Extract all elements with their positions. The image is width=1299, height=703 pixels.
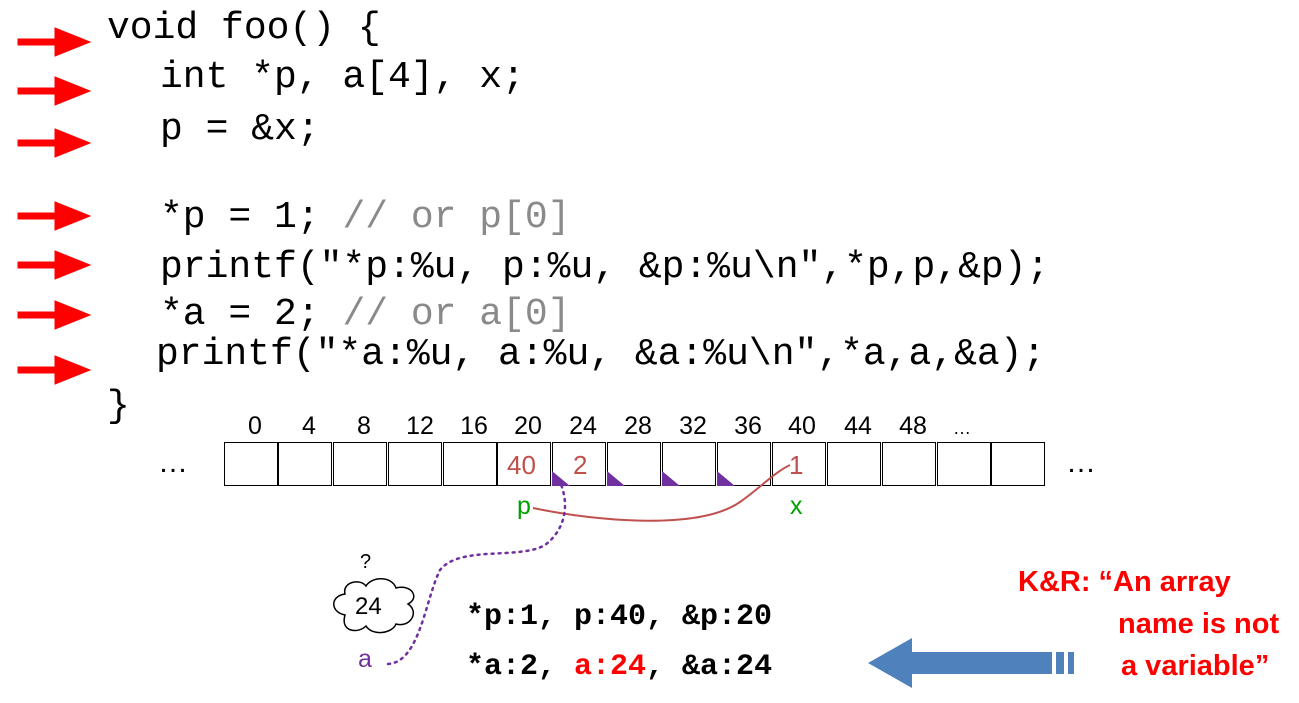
code-line-3: p = &x; [160, 108, 320, 151]
code-line-6-comment: // or a[0] [342, 293, 571, 336]
execution-arrows [17, 27, 92, 385]
code-line-6: *a = 2; // or a[0] [160, 296, 570, 334]
output-line-1: *p:1, p:40, &p:20 [466, 600, 773, 634]
code-line-5: printf("*p:%u, p:%u, &p:%u\n",*p,p,&p); [160, 246, 1050, 289]
output-line-2-suffix: , &a:24 [646, 650, 773, 684]
memory-cell [607, 442, 661, 486]
label-a: a [358, 645, 372, 673]
address-label: 0 [248, 412, 262, 440]
arrow-icon-1 [17, 27, 92, 57]
memory-cell [882, 442, 936, 486]
arrow-icon-2 [17, 76, 92, 106]
memory-cell [278, 442, 332, 486]
memory-cell [443, 442, 497, 486]
address-label: 24 [569, 412, 597, 440]
label-p: p [517, 492, 531, 520]
address-label: 20 [514, 412, 542, 440]
cell-value-a0: 2 [573, 450, 588, 480]
quote-line-1: K&R: “An array [1018, 566, 1231, 598]
code-line-1: void foo() { [107, 7, 381, 50]
address-label: 12 [406, 412, 434, 440]
arrow-icon-6 [17, 300, 92, 330]
cloud-value: 24 [355, 593, 382, 620]
address-label: 28 [624, 412, 652, 440]
memory-cell [937, 442, 991, 486]
memory-ellipsis-left: … [158, 446, 188, 479]
address-label: 36 [734, 412, 762, 440]
arrow-icon-4 [17, 201, 92, 231]
address-label: 44 [844, 412, 872, 440]
arrow-icon-7 [17, 355, 92, 385]
address-label: 8 [357, 412, 371, 440]
arrow-icon-5 [17, 250, 92, 280]
code-line-8: } [107, 385, 130, 428]
code-line-4-comment: // or p[0] [342, 196, 571, 239]
code-line-4: *p = 1; // or p[0] [160, 199, 570, 237]
array-a-dotted-link [386, 480, 567, 666]
cloud-question: ? [360, 551, 372, 573]
quote-line-3: a variable” [1121, 650, 1270, 682]
address-label: 40 [788, 412, 816, 440]
memory-cell [717, 442, 771, 486]
output-line-2: *a:2, a:24, &a:24 [466, 650, 772, 684]
memory-cell [388, 442, 442, 486]
address-label: 4 [302, 412, 316, 440]
code-line-2: int *p, a[4], x; [160, 56, 525, 99]
memory-cell [224, 442, 278, 486]
label-x: x [790, 492, 803, 520]
code-line-6-statement: *a = 2; [160, 293, 343, 336]
quote-line-2: name is not [1118, 608, 1280, 640]
output-line-2-prefix: *a:2, [466, 650, 575, 684]
address-label: 16 [460, 412, 488, 440]
memory-cell [991, 442, 1045, 486]
memory-cell [662, 442, 716, 486]
blue-arrow-icon [868, 638, 1074, 688]
cell-value-p: 40 [507, 450, 536, 480]
memory-ellipsis-right: … [1066, 446, 1096, 479]
address-label: 32 [679, 412, 707, 440]
arrow-icon-3 [17, 128, 92, 158]
address-label: … [953, 418, 971, 438]
memory-cell [827, 442, 881, 486]
cell-value-x: 1 [789, 450, 804, 480]
output-line-2-highlight: a:24 [574, 650, 647, 684]
code-line-7: printf("*a:%u, a:%u, &a:%u\n",*a,a,&a); [156, 333, 1046, 376]
code-line-4-statement: *p = 1; [160, 196, 343, 239]
memory-cell [333, 442, 387, 486]
